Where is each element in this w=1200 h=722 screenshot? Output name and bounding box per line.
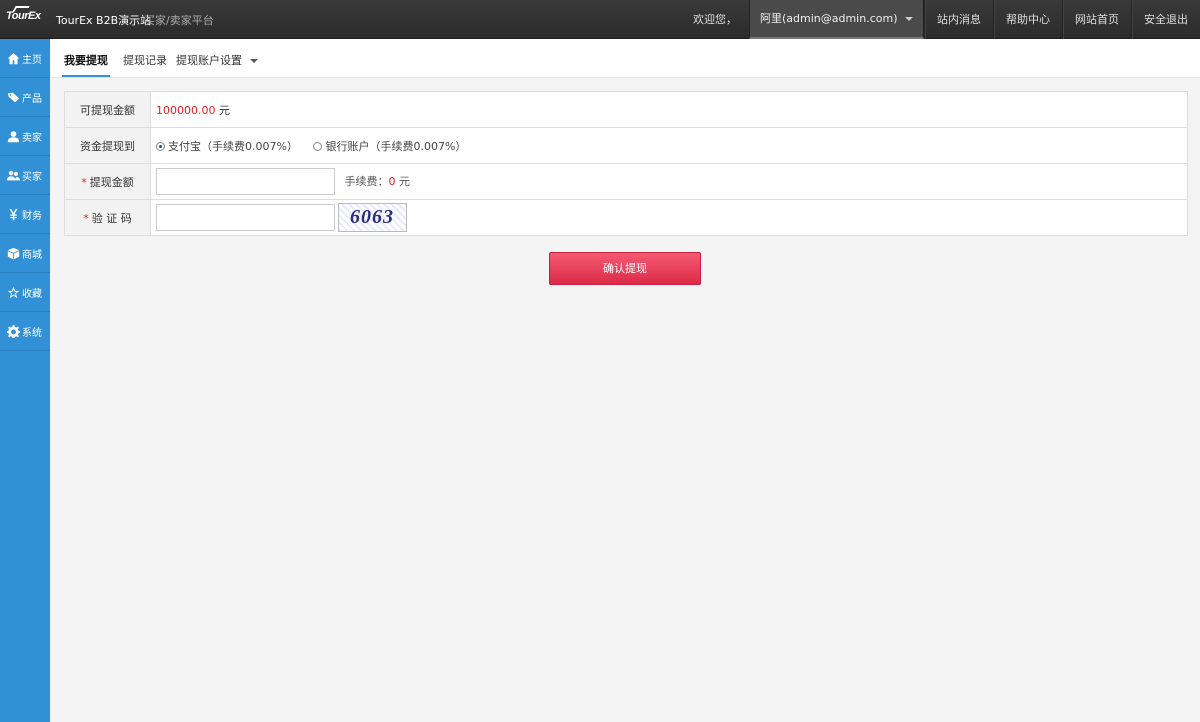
welcome-text: 欢迎您，: [692, 13, 737, 26]
sidebar-item-label: 产品: [22, 93, 42, 105]
main-content: 我要提现 提现记录 提现账户设置 可提现金额 100000.00 元 资金提现到…: [51, 39, 1200, 722]
balance-label: 可提现金额: [64, 91, 151, 128]
chevron-down-icon: [905, 17, 913, 21]
user-menu-dropdown[interactable]: 阿里(admin@admin.com): [748, 0, 924, 39]
nav-logout[interactable]: 安全退出: [1131, 0, 1200, 39]
nav-help-center[interactable]: 帮助中心: [993, 0, 1062, 39]
fee-unit: 元: [399, 174, 410, 188]
box-icon: [6, 246, 20, 260]
radio-alipay-label[interactable]: 支付宝（手续费0.007%）: [168, 140, 298, 153]
sidebar-item-label: 主页: [22, 54, 42, 66]
sidebar-item-label: 系统: [22, 327, 42, 339]
required-asterisk: *: [81, 175, 87, 189]
sidebar-item-finance[interactable]: 财务: [0, 195, 50, 234]
site-title: TourEx B2B演示站: [56, 14, 152, 27]
gear-icon: [6, 324, 20, 338]
users-icon: [6, 168, 20, 182]
logo[interactable]: TourEx: [6, 6, 41, 22]
user-name: 阿里(admin@admin.com): [759, 12, 898, 25]
captcha-label-cell: * 验 证 码: [64, 199, 151, 236]
star-icon: [6, 285, 20, 299]
balance-unit: 元: [219, 103, 230, 117]
sidebar-item-label: 财务: [22, 210, 42, 222]
required-asterisk: *: [83, 211, 89, 225]
top-nav: 欢迎您， 阿里(admin@admin.com) 站内消息 帮助中心 网站首页 …: [681, 0, 1200, 39]
form-row-target: 资金提现到 支付宝（手续费0.007%） 银行账户（手续费0.007%）: [64, 127, 1188, 164]
sidebar-item-products[interactable]: 产品: [0, 78, 50, 117]
fee-value: 0: [388, 174, 396, 188]
sidebar-item-home[interactable]: 主页: [0, 39, 50, 78]
nav-messages[interactable]: 站内消息: [924, 0, 993, 39]
sidebar-item-sellers[interactable]: 卖家: [0, 117, 50, 156]
tab-withdraw-records[interactable]: 提现记录: [123, 52, 167, 68]
amount-cell: 手续费：0 元: [150, 163, 1188, 200]
sidebar-item-label: 收藏: [22, 288, 42, 300]
form-row-balance: 可提现金额 100000.00 元: [64, 91, 1188, 128]
balance-cell: 100000.00 元: [150, 91, 1188, 128]
form-row-captcha: * 验 证 码 6063: [64, 199, 1188, 236]
form-row-amount: * 提现金额 手续费：0 元: [64, 163, 1188, 200]
radio-bank-account[interactable]: [313, 141, 323, 151]
tab-withdraw[interactable]: 我要提现: [62, 52, 110, 77]
sidebar-item-buyers[interactable]: 买家: [0, 156, 50, 195]
sidebar-item-system[interactable]: 系统: [0, 312, 50, 351]
sidebar: 主页 产品 卖家 买家 财务 商城 收藏 系统: [0, 39, 50, 722]
amount-label-cell: * 提现金额: [64, 163, 151, 200]
withdraw-amount-input[interactable]: [156, 168, 335, 195]
radio-bank-label[interactable]: 银行账户（手续费0.007%）: [325, 140, 466, 153]
captcha-image[interactable]: 6063: [337, 203, 407, 232]
sidebar-item-label: 买家: [22, 171, 42, 183]
confirm-withdraw-button[interactable]: 确认提现: [549, 252, 701, 285]
sub-nav: 我要提现 提现记录 提现账户设置: [51, 39, 1200, 78]
tab-account-settings-label: 提现账户设置: [176, 54, 242, 67]
chevron-down-icon: [249, 59, 258, 63]
captcha-label: 验 证 码: [91, 211, 132, 225]
site-subtitle: 买家/卖家平台: [144, 14, 214, 27]
captcha-cell: 6063: [150, 199, 1188, 236]
nav-site-home[interactable]: 网站首页: [1062, 0, 1131, 39]
withdraw-form: 可提现金额 100000.00 元 资金提现到 支付宝（手续费0.007%） 银…: [64, 91, 1188, 236]
balance-value: 100000.00: [156, 103, 216, 117]
target-cell: 支付宝（手续费0.007%） 银行账户（手续费0.007%）: [150, 127, 1188, 164]
radio-alipay[interactable]: [156, 141, 165, 151]
tag-icon: [6, 90, 20, 104]
top-bar: TourEx TourEx B2B演示站 买家/卖家平台 欢迎您， 阿里(adm…: [0, 0, 1200, 39]
fee-text: 手续费：0 元: [345, 175, 411, 188]
tab-account-settings-dropdown[interactable]: 提现账户设置: [176, 52, 258, 68]
user-icon: [6, 129, 20, 143]
home-icon: [6, 51, 20, 65]
amount-label: 提现金额: [89, 175, 134, 189]
target-label: 资金提现到: [64, 127, 151, 164]
captcha-input[interactable]: [156, 204, 335, 231]
sidebar-item-label: 商城: [22, 249, 42, 261]
sidebar-item-favorites[interactable]: 收藏: [0, 273, 50, 312]
sidebar-item-label: 卖家: [22, 132, 42, 144]
yen-icon: [6, 207, 20, 221]
fee-label: 手续费：: [344, 174, 389, 188]
sidebar-item-mall[interactable]: 商城: [0, 234, 50, 273]
